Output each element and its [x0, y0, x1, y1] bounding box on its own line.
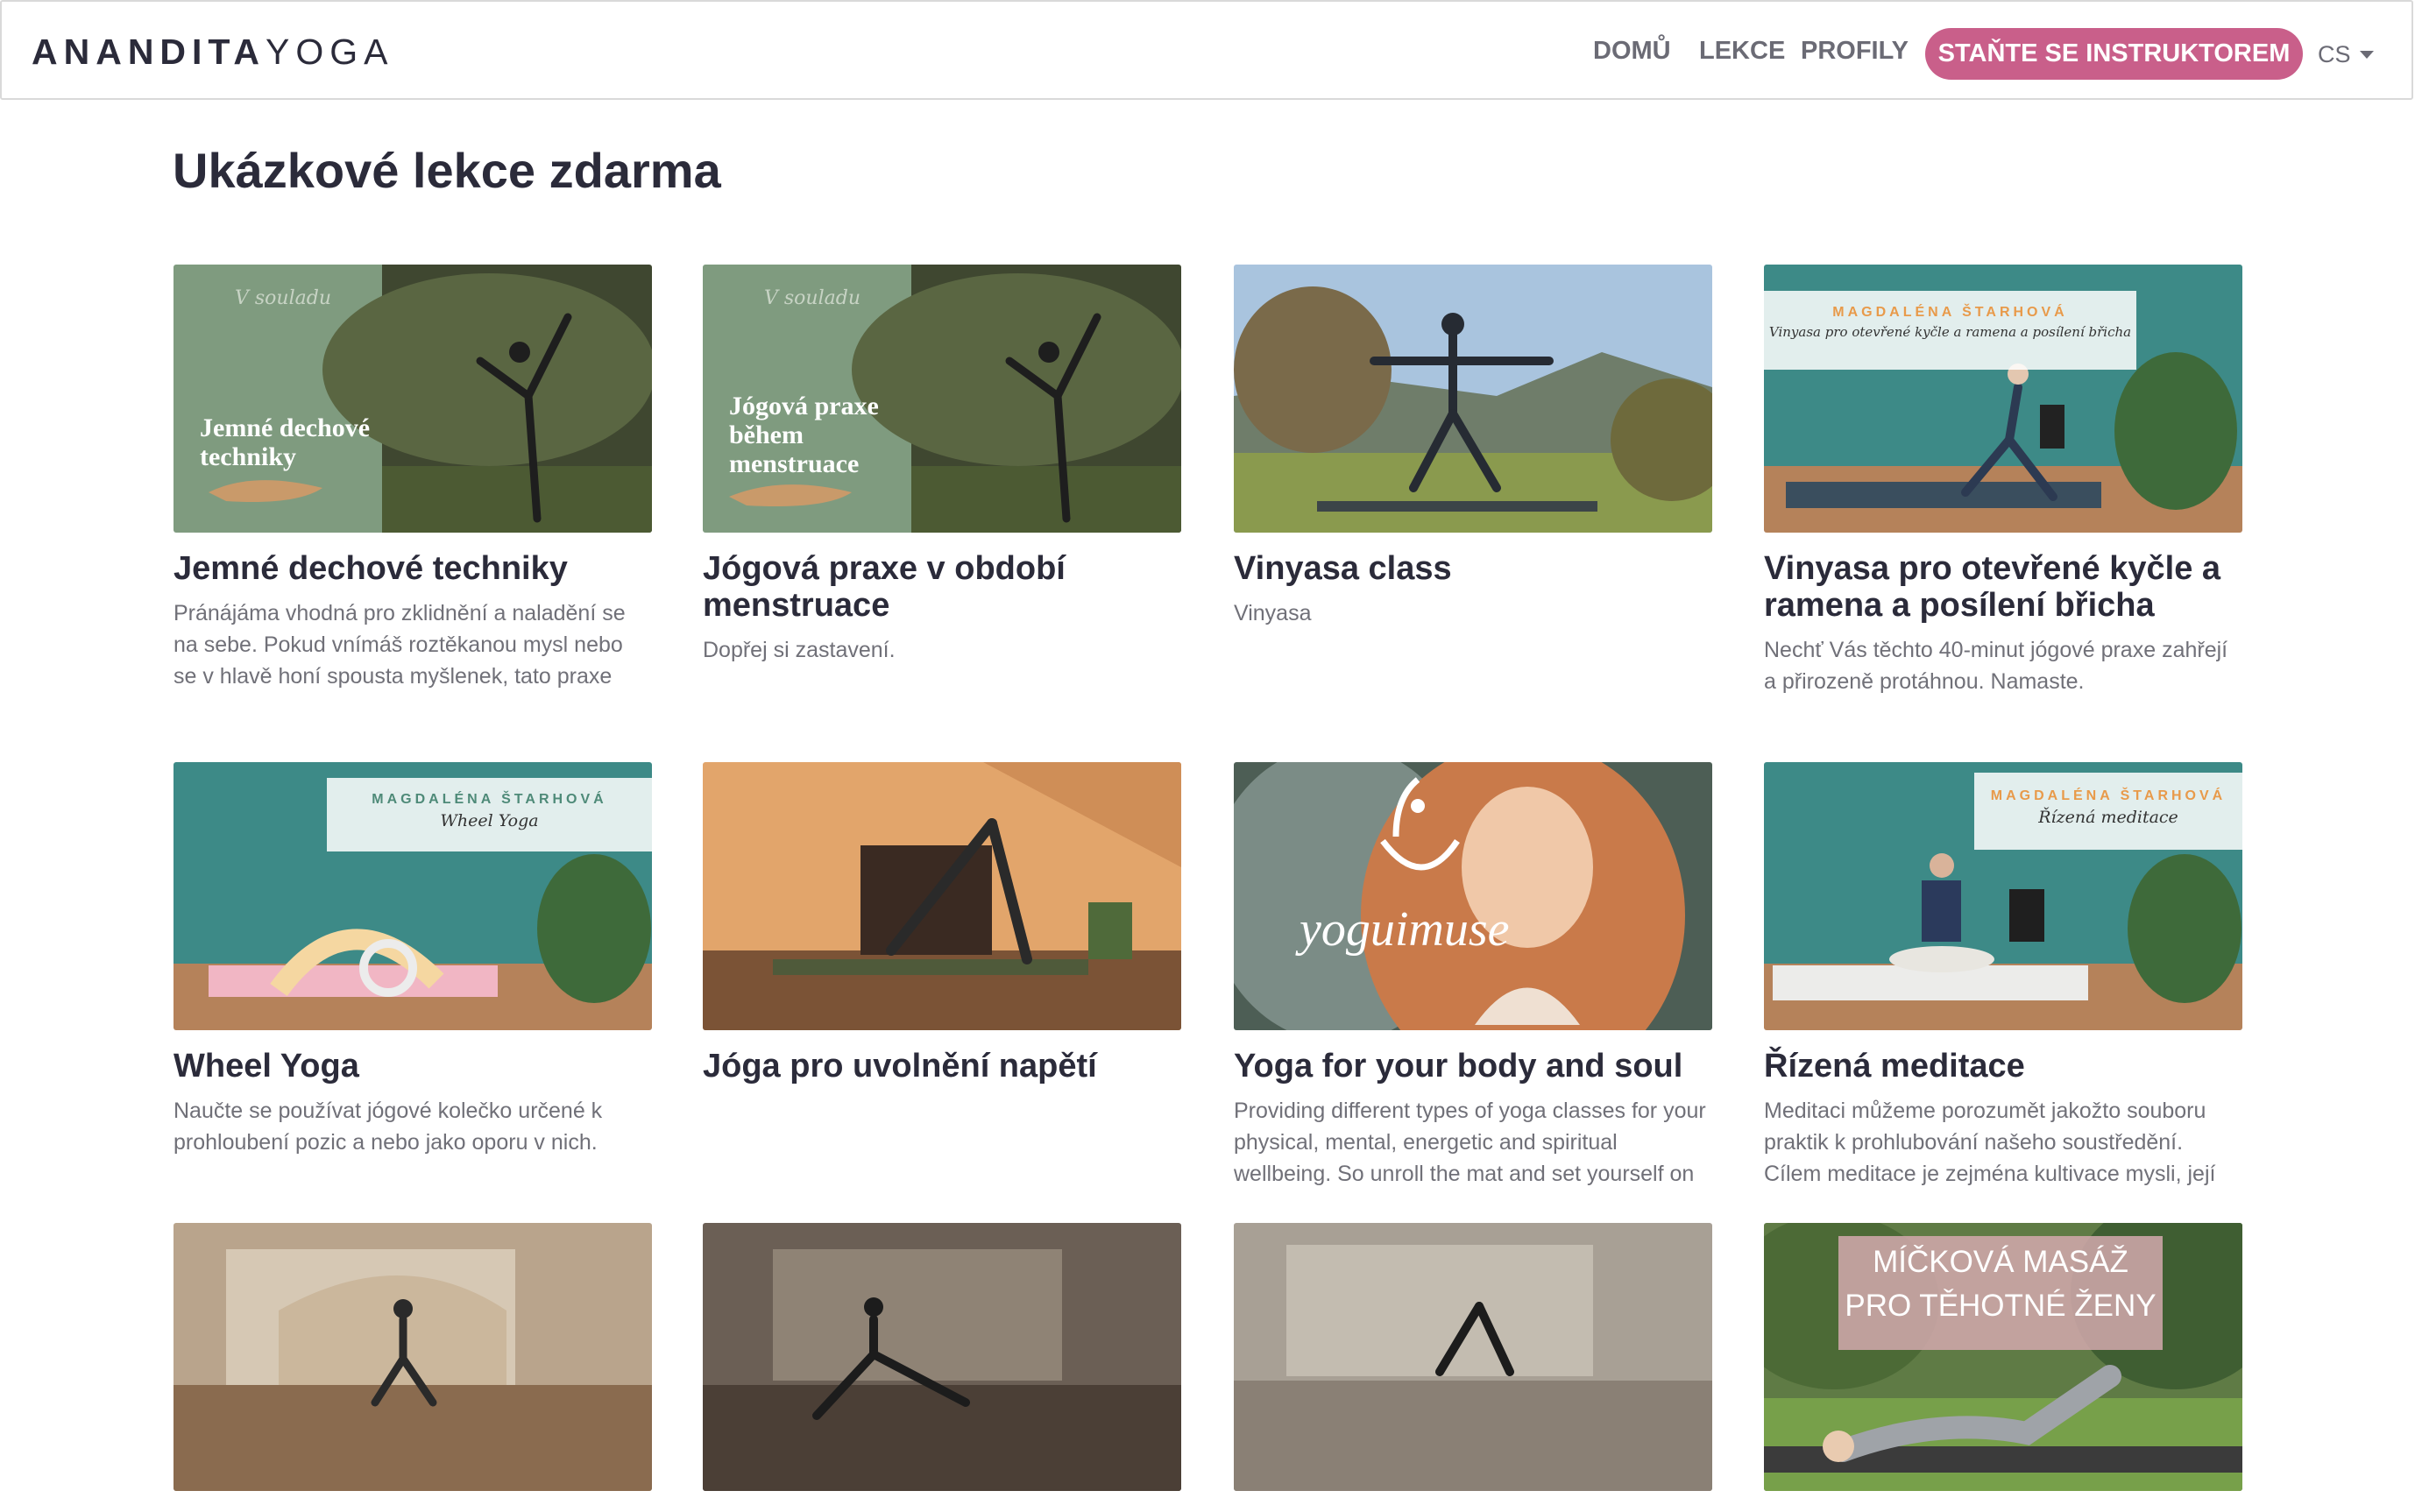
lesson-title[interactable]: Jemné dechové techniky [174, 550, 652, 587]
lesson-card[interactable]: MAGDALÉNA ŠTARHOVÁ Wheel Yoga Wheel Yoga… [174, 762, 652, 1158]
thumbnail-banner: MAGDALÉNA ŠTARHOVÁ Vinyasa pro otevřené … [1764, 291, 2136, 370]
lesson-title[interactable]: Jógová praxe v období menstruace [703, 550, 1181, 624]
brand-name-bold: ANANDITA [32, 32, 266, 72]
lesson-title[interactable]: Vinyasa pro otevřené kyčle a ramena a po… [1764, 550, 2242, 624]
thumbnail-banner: MAGDALÉNA ŠTARHOVÁ Řízená meditace [1974, 773, 2242, 850]
lesson-description: Pránájáma vhodná pro zklidnění a naladěn… [174, 601, 626, 689]
lesson-thumbnail[interactable] [703, 1223, 1181, 1491]
thumbnail-image [1234, 265, 1712, 533]
lesson-card[interactable] [703, 1223, 1181, 1491]
lesson-card[interactable]: yoguimuse Yoga for your body and soul Pr… [1234, 762, 1712, 1190]
lesson-thumbnail[interactable]: V souladu Jemné dechové techniky [174, 265, 652, 533]
lesson-thumbnail[interactable]: MAGDALÉNA ŠTARHOVÁ Wheel Yoga [174, 762, 652, 1030]
lesson-title[interactable]: Řízená meditace [1764, 1048, 2242, 1085]
lesson-card[interactable] [174, 1223, 652, 1491]
banner-lesson: Wheel Yoga [440, 811, 539, 830]
lesson-description: Naučte se používat jógové kolečko určené… [174, 1099, 603, 1155]
chevron-down-icon [2359, 51, 2374, 59]
thumbnail-image [703, 762, 1181, 1030]
thumbnail-logo-text: yoguimuse [1300, 902, 1510, 957]
lesson-card[interactable]: MÍČKOVÁ MASÁŽ PRO TĚHOTNÉ ŽENY [1764, 1223, 2242, 1491]
lesson-description: Providing different types of yoga classe… [1234, 1099, 1706, 1186]
thumbnail-image [174, 1223, 652, 1491]
top-navbar: ANANDITAYOGA DOMŮ LEKCE PROFILY STAŇTE S… [0, 0, 2413, 100]
lesson-card[interactable]: Jóga pro uvolnění napětí [703, 762, 1181, 1095]
lesson-thumbnail[interactable] [1234, 265, 1712, 533]
svg-text:V souladu: V souladu [764, 287, 860, 309]
brand-logo[interactable]: ANANDITAYOGA [32, 32, 394, 73]
lesson-description: Nechť Vás těchto 40-minut jógové praxe z… [1764, 638, 2228, 694]
language-dropdown[interactable]: CS [2318, 41, 2374, 68]
lesson-description: Meditaci můžeme porozumět jakožto soubor… [1764, 1099, 2216, 1186]
lesson-title[interactable]: Wheel Yoga [174, 1048, 652, 1085]
lesson-thumbnail[interactable]: V souladu Jógová praxe během menstruace [703, 265, 1181, 533]
become-instructor-button[interactable]: STAŇTE SE INSTRUKTOREM [1925, 28, 2303, 80]
lesson-thumbnail[interactable] [1234, 1223, 1712, 1491]
thumbnail-image [703, 1223, 1181, 1491]
lesson-card[interactable]: V souladu Jemné dechové techniky Jemné d… [174, 265, 652, 692]
thumbnail-image [1234, 762, 1712, 1030]
page-title: Ukázkové lekce zdarma [173, 143, 721, 198]
thumbnail-caption: Jógová praxe během menstruace [729, 392, 879, 478]
lesson-thumbnail[interactable]: yoguimuse [1234, 762, 1712, 1030]
lesson-thumbnail[interactable]: MAGDALÉNA ŠTARHOVÁ Vinyasa pro otevřené … [1764, 265, 2242, 533]
lesson-card[interactable]: Vinyasa class Vinyasa [1234, 265, 1712, 629]
lesson-title[interactable]: Vinyasa class [1234, 550, 1712, 587]
thumbnail-image [1234, 1223, 1712, 1491]
lesson-card[interactable]: V souladu Jógová praxe během menstruace … [703, 265, 1181, 666]
lesson-thumbnail[interactable]: MÍČKOVÁ MASÁŽ PRO TĚHOTNÉ ŽENY [1764, 1223, 2242, 1491]
thumbnail-caption: MÍČKOVÁ MASÁŽ PRO TĚHOTNÉ ŽENY [1845, 1245, 2157, 1323]
svg-text:V souladu: V souladu [235, 287, 331, 309]
lesson-card[interactable] [1234, 1223, 1712, 1491]
lesson-description: Dopřej si zastavení. [703, 638, 896, 662]
banner-lesson: Řízená meditace [2038, 808, 2178, 827]
lesson-thumbnail[interactable] [703, 762, 1181, 1030]
thumbnail-banner: MAGDALÉNA ŠTARHOVÁ Wheel Yoga [327, 778, 652, 851]
banner-instructor: MAGDALÉNA ŠTARHOVÁ [1832, 305, 2068, 320]
nav-link-profiles[interactable]: PROFILY [1801, 37, 1909, 66]
banner-instructor: MAGDALÉNA ŠTARHOVÁ [1990, 788, 2227, 803]
nav-link-lessons[interactable]: LEKCE [1699, 37, 1785, 66]
thumbnail-image: V souladu [174, 265, 652, 533]
language-label: CS [2318, 41, 2351, 67]
lesson-card[interactable]: MAGDALÉNA ŠTARHOVÁ Vinyasa pro otevřené … [1764, 265, 2242, 697]
banner-instructor: MAGDALÉNA ŠTARHOVÁ [372, 792, 607, 807]
lesson-description: Vinyasa [1234, 601, 1312, 625]
lesson-card[interactable]: MAGDALÉNA ŠTARHOVÁ Řízená meditace Řízen… [1764, 762, 2242, 1190]
lesson-thumbnail[interactable]: MAGDALÉNA ŠTARHOVÁ Řízená meditace [1764, 762, 2242, 1030]
brand-name-light: YOGA [266, 32, 394, 72]
lesson-title[interactable]: Jóga pro uvolnění napětí [703, 1048, 1181, 1085]
thumbnail-caption: Jemné dechové techniky [200, 413, 371, 471]
lesson-title[interactable]: Yoga for your body and soul [1234, 1048, 1712, 1085]
lesson-thumbnail[interactable] [174, 1223, 652, 1491]
nav-link-home[interactable]: DOMŮ [1593, 37, 1671, 66]
banner-lesson: Vinyasa pro otevřené kyčle a ramena a po… [1768, 324, 2132, 340]
